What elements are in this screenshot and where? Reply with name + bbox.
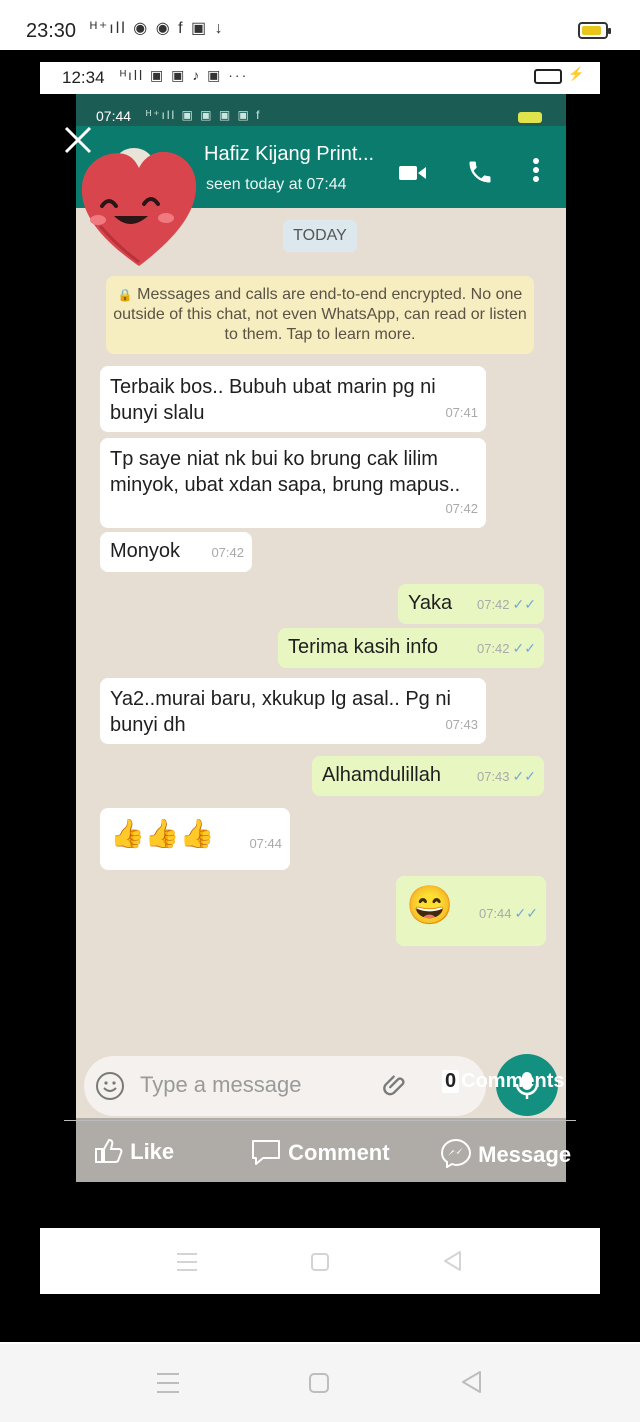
contact-name[interactable]: Hafiz Kijang Print... bbox=[204, 143, 374, 166]
home-icon[interactable] bbox=[308, 1372, 330, 1399]
charging-icon: ⚡ bbox=[568, 66, 585, 81]
message-text: Terima kasih info bbox=[288, 636, 439, 658]
menu-icon[interactable] bbox=[176, 1252, 198, 1277]
speech-bubble-icon bbox=[250, 1140, 282, 1165]
grinning-emoji: 😄 bbox=[406, 885, 454, 927]
message-time: 07:42 ✓✓ bbox=[476, 596, 536, 612]
message-bubble-outgoing[interactable]: Terima kasih info 07:42 ✓✓ bbox=[278, 628, 544, 668]
message-time: 07:42 bbox=[445, 501, 478, 516]
last-seen: seen today at 07:44 bbox=[206, 176, 347, 193]
message-time: 07:42 ✓✓ bbox=[476, 640, 536, 656]
date-chip: TODAY bbox=[283, 220, 357, 252]
message-bubble-incoming[interactable]: Ya2..murai baru, xkukup lg asal.. Pg ni … bbox=[100, 678, 486, 744]
back-icon[interactable] bbox=[460, 1370, 482, 1399]
message-text: Ya2..murai baru, xkukup lg asal.. Pg ni … bbox=[110, 688, 451, 736]
encryption-notice-text: Messages and calls are end-to-end encryp… bbox=[113, 286, 527, 343]
back-icon[interactable] bbox=[442, 1250, 462, 1277]
message-bubble-outgoing[interactable]: 😄 07:44 ✓✓ bbox=[396, 876, 546, 946]
inner-clock: 12:34 bbox=[62, 68, 105, 87]
inner-status-icons: ᴴıll ▣ ▣ ♪ ▣ ··· bbox=[120, 67, 249, 83]
message-time: 07:44 ✓✓ bbox=[478, 905, 538, 921]
outer-status-icons: ᴴ⁺ıll ◉ ◉ f ▣ ↓ bbox=[90, 20, 225, 37]
message-bubble-outgoing[interactable]: Yaka 07:42 ✓✓ bbox=[398, 584, 544, 624]
read-ticks-icon: ✓✓ bbox=[512, 640, 536, 656]
whatsapp-clock: 07:44 bbox=[96, 108, 132, 124]
outer-navigation-bar bbox=[0, 1344, 640, 1422]
thumbs-up-icon bbox=[94, 1138, 124, 1164]
comments-label: Comments bbox=[461, 1070, 565, 1092]
phone-call-icon[interactable] bbox=[466, 158, 494, 191]
comments-count[interactable]: 0 Comments bbox=[442, 1070, 564, 1093]
whatsapp-status-icons: ᴴ⁺ıll ▣ ▣ ▣ ▣ f bbox=[146, 108, 262, 122]
message-label: Message bbox=[478, 1142, 572, 1167]
comments-count-value: 0 bbox=[442, 1070, 460, 1093]
messenger-icon bbox=[440, 1138, 472, 1169]
message-text: Yaka bbox=[408, 592, 453, 614]
read-ticks-icon: ✓✓ bbox=[512, 768, 536, 784]
attach-icon[interactable] bbox=[382, 1072, 410, 1105]
divider bbox=[64, 1120, 576, 1121]
message-input[interactable]: Type a message bbox=[140, 1072, 301, 1098]
message-text: Terbaik bos.. Bubuh ubat marin pg ni bun… bbox=[110, 376, 436, 424]
message-text: Monyok bbox=[110, 540, 181, 562]
home-icon[interactable] bbox=[310, 1252, 330, 1277]
message-text: Alhamdulillah bbox=[322, 764, 441, 786]
message-bubble-incoming[interactable]: Terbaik bos.. Bubuh ubat marin pg ni bun… bbox=[100, 366, 486, 432]
video-call-icon[interactable] bbox=[398, 162, 428, 189]
message-button[interactable]: Message bbox=[440, 1138, 572, 1169]
thumbs-up-emoji: 👍👍👍 bbox=[110, 818, 215, 849]
message-time: 07:42 bbox=[211, 545, 244, 560]
message-time: 07:41 bbox=[445, 405, 478, 420]
menu-icon[interactable] bbox=[156, 1372, 180, 1399]
emoji-icon[interactable] bbox=[96, 1072, 124, 1100]
message-time: 07:43 bbox=[445, 717, 478, 732]
message-time: 07:44 bbox=[249, 836, 282, 851]
lock-icon: 🔒 bbox=[117, 288, 133, 302]
outer-clock: 23:30 bbox=[26, 20, 77, 42]
whatsapp-battery-icon bbox=[518, 112, 542, 123]
message-bubble-incoming[interactable]: Monyok 07:42 bbox=[100, 532, 252, 572]
like-label: Like bbox=[130, 1139, 175, 1164]
inner-navigation-bar bbox=[40, 1228, 600, 1294]
message-text: Tp saye niat nk bui ko brung cak lilim m… bbox=[110, 448, 461, 496]
battery-icon bbox=[578, 22, 611, 39]
message-bubble-outgoing[interactable]: Alhamdulillah 07:43 ✓✓ bbox=[312, 756, 544, 796]
encryption-notice[interactable]: 🔒 Messages and calls are end-to-end encr… bbox=[106, 276, 534, 354]
more-options-icon[interactable] bbox=[528, 156, 544, 189]
comment-button[interactable]: Comment bbox=[250, 1138, 390, 1166]
message-bubble-incoming[interactable]: Tp saye niat nk bui ko brung cak lilim m… bbox=[100, 438, 486, 528]
heart-sticker-icon bbox=[76, 140, 202, 270]
inner-battery-icon bbox=[534, 69, 562, 84]
message-bubble-incoming[interactable]: 👍👍👍 07:44 bbox=[100, 808, 290, 870]
close-icon[interactable] bbox=[62, 124, 94, 156]
message-time: 07:43 ✓✓ bbox=[476, 768, 536, 784]
like-button[interactable]: Like bbox=[94, 1138, 174, 1165]
comment-label: Comment bbox=[288, 1140, 390, 1165]
read-ticks-icon: ✓✓ bbox=[514, 905, 538, 921]
read-ticks-icon: ✓✓ bbox=[512, 596, 536, 612]
